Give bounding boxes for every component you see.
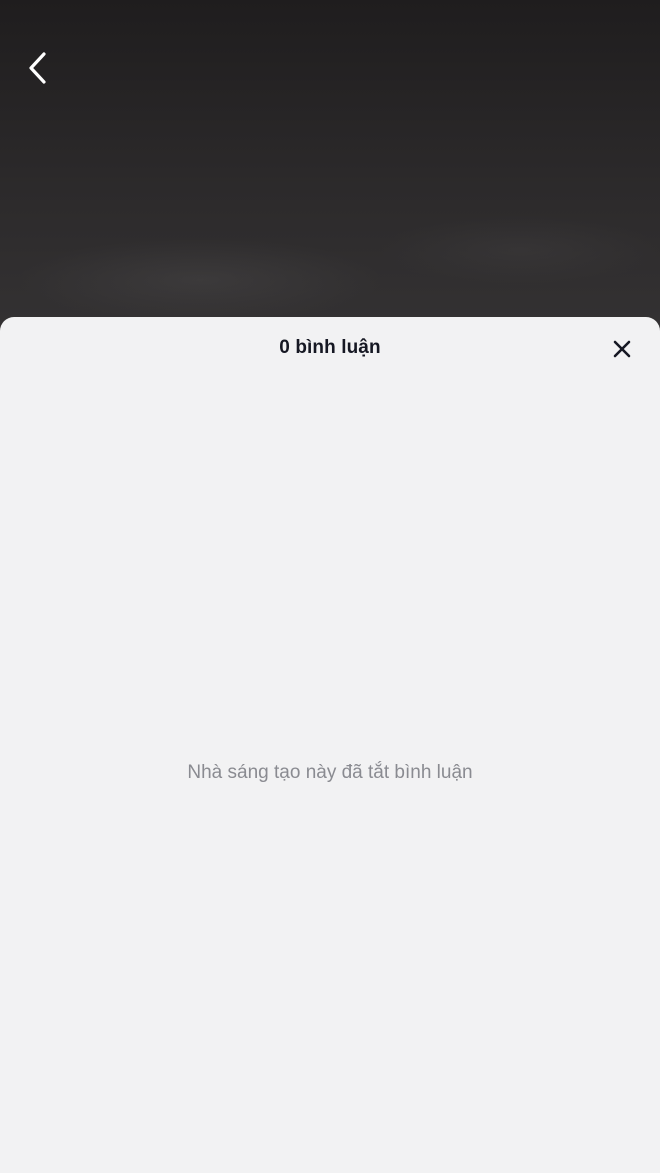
close-icon — [613, 340, 631, 358]
comments-count-title: 0 bình luận — [279, 337, 381, 358]
close-button[interactable] — [604, 331, 640, 367]
back-button[interactable] — [18, 46, 58, 90]
chevron-left-icon — [29, 52, 46, 84]
comments-sheet-header: 0 bình luận — [0, 317, 660, 379]
video-background — [0, 0, 660, 340]
comments-sheet: 0 bình luận Nhà sáng tạo này đã tắt bình… — [0, 317, 660, 1173]
screen: 0 bình luận Nhà sáng tạo này đã tắt bình… — [0, 0, 660, 1173]
comments-disabled-message: Nhà sáng tạo này đã tắt bình luận — [187, 762, 473, 783]
